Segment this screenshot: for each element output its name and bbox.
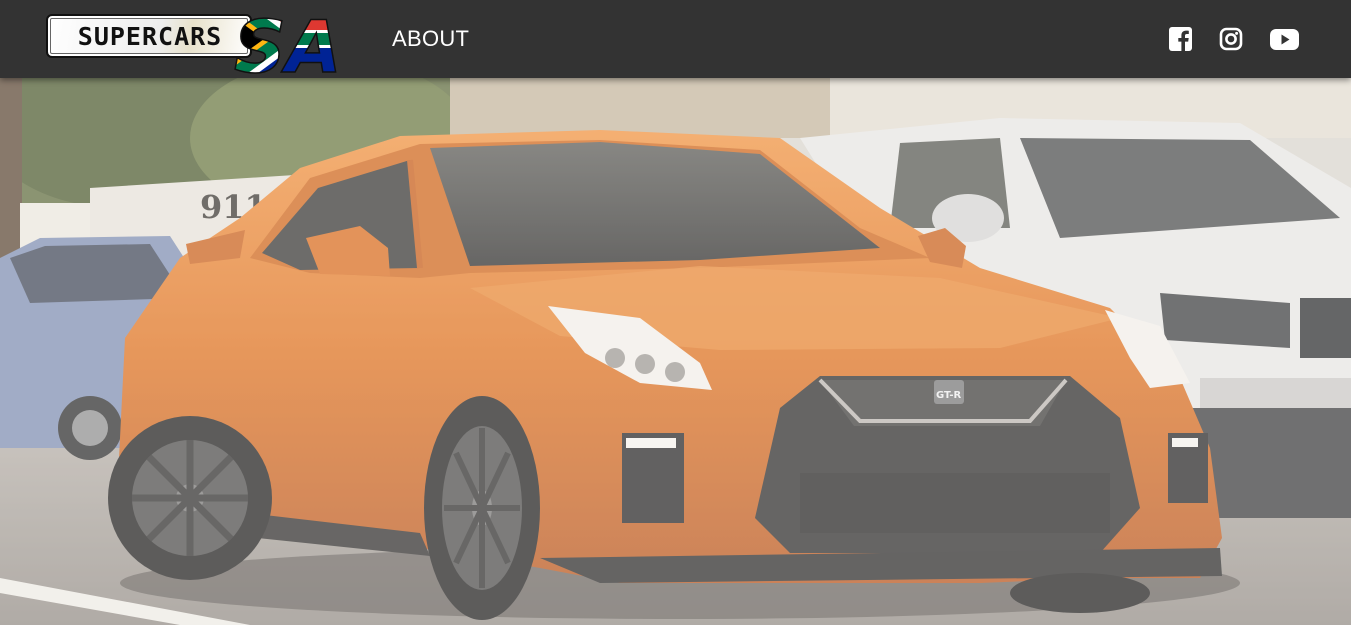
youtube-link[interactable] [1270, 27, 1299, 53]
logo-plate-text: SUPERCARS [77, 22, 223, 51]
youtube-icon [1270, 29, 1299, 50]
nav-link-about[interactable]: ABOUT [392, 25, 469, 53]
instagram-link[interactable] [1219, 27, 1243, 53]
navbar: SUPERCARS SA SA ABOUT [0, 0, 1351, 78]
facebook-link[interactable] [1169, 27, 1192, 53]
number-plate: SUPERCARS [46, 14, 252, 58]
sa-flag-logo-mark: SA SA [233, 4, 340, 76]
instagram-icon [1219, 27, 1243, 51]
hero-banner: 911 GT-R [0, 78, 1351, 625]
facebook-icon [1169, 27, 1192, 51]
hero-overlay [0, 78, 1351, 625]
logo-mark-text: SA [234, 5, 340, 76]
logo-link[interactable]: SUPERCARS SA SA [46, 2, 340, 76]
